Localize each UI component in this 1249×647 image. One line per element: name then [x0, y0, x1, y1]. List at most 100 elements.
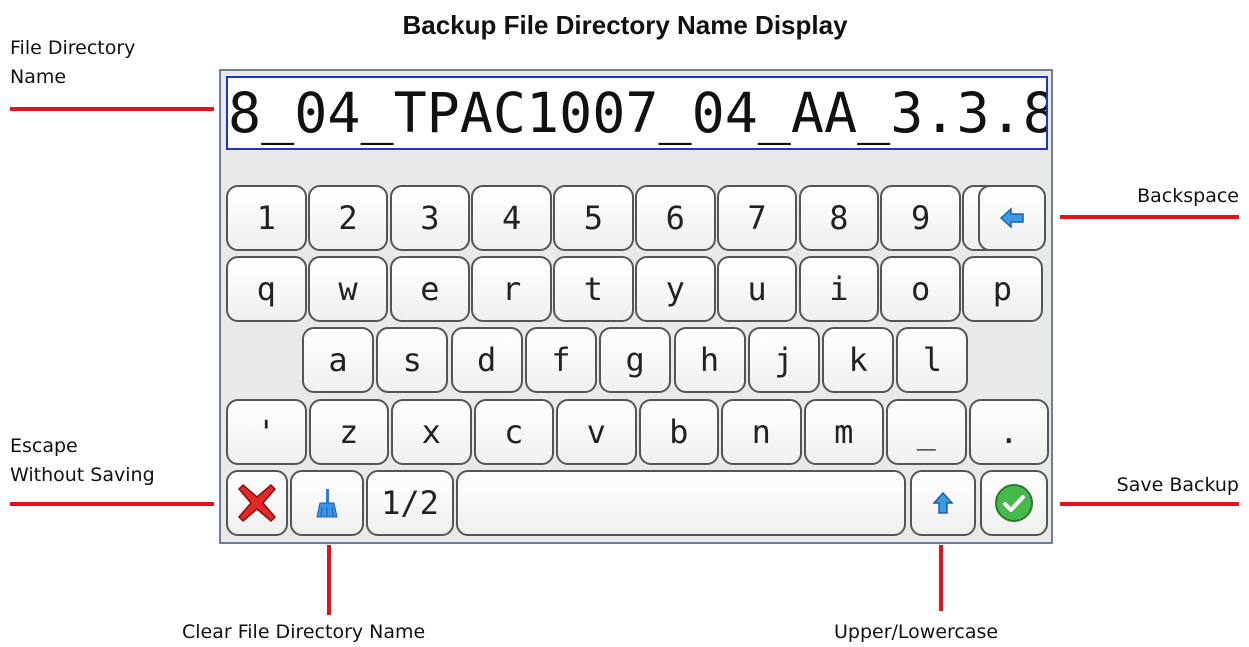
key-label: b — [669, 413, 689, 451]
key-label: f — [551, 341, 571, 379]
key-label: 8 — [829, 199, 849, 237]
key-b[interactable]: b — [638, 399, 719, 465]
key-label: y — [665, 270, 685, 308]
key-2[interactable]: 2 — [307, 185, 389, 251]
escape-key[interactable] — [226, 470, 288, 536]
key-label: m — [834, 413, 854, 451]
key-d[interactable]: d — [450, 327, 523, 393]
key-label: _ — [916, 413, 936, 451]
key-m[interactable]: m — [803, 399, 884, 465]
page-toggle-key[interactable]: 1/2 — [366, 470, 454, 536]
key-v[interactable]: v — [556, 399, 637, 465]
save-backup-key[interactable] — [980, 470, 1048, 536]
key-j[interactable]: j — [747, 327, 820, 393]
key-label: 9 — [911, 199, 931, 237]
key-label: r — [502, 270, 522, 308]
clear-key[interactable] — [290, 470, 364, 536]
key-label: . — [999, 413, 1019, 451]
key-i[interactable]: i — [798, 256, 880, 322]
key-label: d — [476, 341, 497, 379]
annotation-text: File Directory — [10, 37, 136, 59]
key-r[interactable]: r — [471, 256, 552, 322]
annotation-text: Name — [10, 66, 67, 88]
key-label: l — [922, 341, 943, 379]
arrow-left-icon — [999, 207, 1024, 229]
key-6[interactable]: 6 — [635, 185, 716, 251]
key-label: s — [402, 341, 422, 379]
key-t[interactable]: t — [553, 256, 634, 322]
key-s[interactable]: s — [376, 327, 449, 393]
key-label: x — [421, 413, 441, 451]
key-p[interactable]: p — [962, 256, 1043, 322]
key-label: h — [699, 341, 720, 379]
key-y[interactable]: y — [635, 256, 716, 322]
key-label: u — [747, 270, 767, 308]
key-a[interactable]: a — [302, 327, 374, 393]
space-bar[interactable] — [456, 470, 906, 536]
key-g[interactable]: g — [599, 327, 672, 393]
backspace-key[interactable] — [978, 185, 1046, 251]
key-c[interactable]: c — [473, 399, 554, 465]
key-w[interactable]: w — [307, 256, 389, 322]
key-period[interactable]: . — [968, 399, 1049, 465]
key-label: ' — [256, 413, 276, 451]
annotation-line-file-directory — [10, 107, 214, 111]
key-1[interactable]: 1 — [226, 185, 307, 251]
key-f[interactable]: f — [524, 327, 597, 393]
annotation-text: Escape — [10, 435, 78, 457]
annotation-text: Without Saving — [10, 464, 155, 486]
annotation-line-clear — [327, 545, 331, 615]
key-label: v — [586, 413, 606, 451]
key-underscore[interactable]: _ — [886, 399, 967, 465]
annotation-file-directory-name: File Directory Name — [10, 34, 135, 92]
key-label: g — [625, 341, 645, 379]
key-label: n — [751, 413, 771, 451]
key-label: e — [420, 270, 440, 308]
key-label: t — [583, 270, 604, 308]
key-label: 3 — [420, 199, 440, 237]
key-label: w — [338, 270, 358, 308]
annotation-save-backup: Save Backup — [1116, 474, 1239, 496]
key-4[interactable]: 4 — [471, 185, 552, 251]
key-o[interactable]: o — [880, 256, 961, 322]
key-z[interactable]: z — [308, 399, 389, 465]
key-5[interactable]: 5 — [553, 185, 634, 251]
key-label: 7 — [747, 199, 767, 237]
key-label: k — [848, 341, 868, 379]
arrow-up-icon — [932, 491, 954, 514]
key-label: z — [339, 413, 359, 451]
annotation-backspace: Backspace — [1137, 185, 1239, 207]
key-label: 6 — [665, 199, 685, 237]
key-l[interactable]: l — [896, 327, 969, 393]
key-3[interactable]: 3 — [389, 185, 471, 251]
key-9[interactable]: 9 — [880, 185, 961, 251]
key-label: c — [504, 413, 524, 451]
file-directory-name-field[interactable]: 8_04_TPAC1007_04_AA_3.3.8 — [226, 76, 1048, 150]
red-x-icon — [237, 483, 277, 523]
annotation-case: Upper/Lowercase — [834, 621, 999, 643]
key-label: 5 — [583, 199, 604, 237]
annotation-line-escape — [10, 502, 214, 506]
green-check-icon — [995, 484, 1033, 522]
annotation-line-backspace — [1060, 215, 1239, 219]
key-label: j — [774, 341, 794, 379]
key-e[interactable]: e — [389, 256, 471, 322]
key-label: i — [829, 270, 849, 308]
key-7[interactable]: 7 — [716, 185, 798, 251]
page-title: Backup File Directory Name Display — [402, 10, 848, 40]
key-u[interactable]: u — [716, 256, 798, 322]
key-apostrophe[interactable]: ' — [226, 399, 307, 465]
key-q[interactable]: q — [226, 256, 307, 322]
annotation-line-case — [939, 545, 943, 611]
key-k[interactable]: k — [822, 327, 895, 393]
key-x[interactable]: x — [391, 399, 472, 465]
broom-icon — [316, 489, 338, 518]
key-label: q — [256, 270, 276, 308]
key-n[interactable]: n — [721, 399, 802, 465]
key-label: o — [911, 270, 931, 308]
annotation-clear: Clear File Directory Name — [182, 621, 426, 643]
annotation-line-save — [1060, 502, 1239, 506]
key-h[interactable]: h — [673, 327, 746, 393]
shift-key[interactable] — [910, 470, 976, 536]
key-8[interactable]: 8 — [798, 185, 880, 251]
